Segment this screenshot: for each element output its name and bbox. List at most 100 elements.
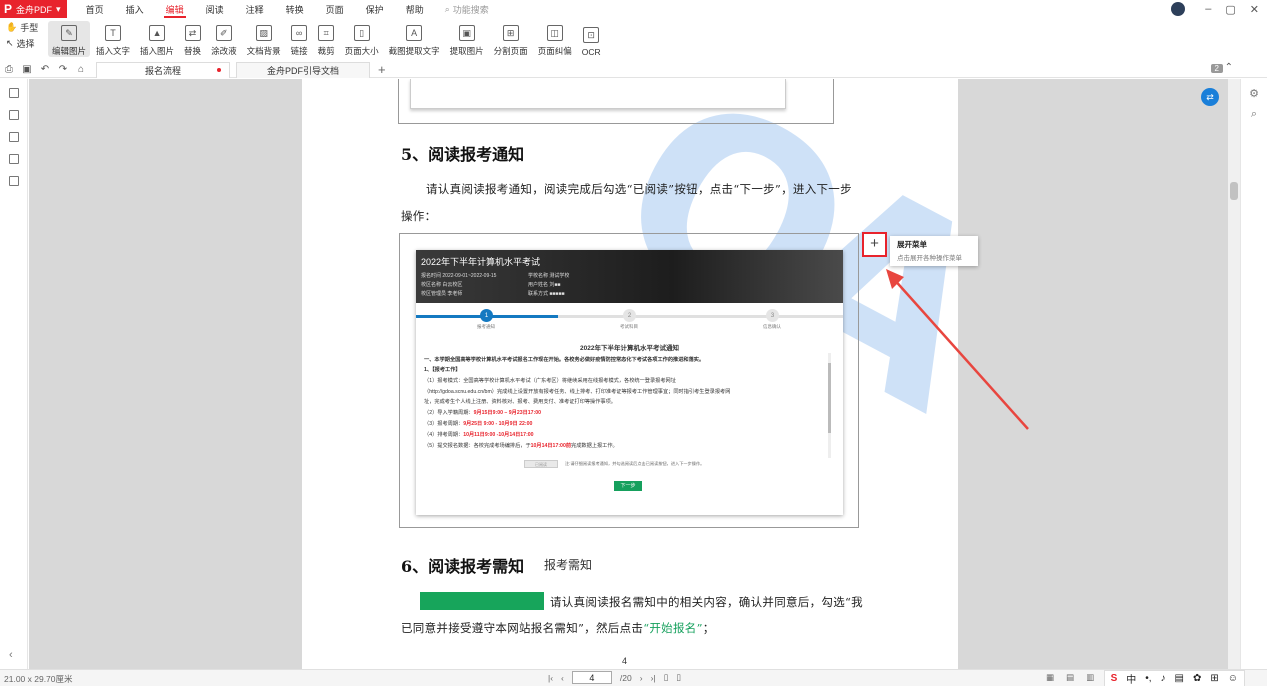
rotate-icon[interactable]: ▥: [1086, 672, 1094, 683]
menu-item[interactable]: 转换: [275, 0, 315, 18]
menu-item[interactable]: 首页: [75, 0, 115, 18]
tool-button[interactable]: ⊡ OCR: [578, 21, 605, 57]
extract-image-icon: ▣: [458, 25, 475, 41]
tool-button[interactable]: ▨ 文档背景: [243, 21, 285, 57]
section-heading-6-sub: 报考需知: [544, 558, 593, 572]
menu-item[interactable]: 帮助: [395, 0, 435, 18]
settings-icon[interactable]: ⚙: [1241, 87, 1267, 100]
red-arrow-annotation: [886, 269, 1029, 430]
notice-line: （http://gdoa.scnu.edu.cn/bm）完成线上设置开放有报考任…: [424, 389, 731, 395]
menu-item[interactable]: 编辑: [155, 0, 195, 18]
ime-punctuation[interactable]: •,: [1145, 673, 1151, 684]
document-viewer[interactable]: OA 5、阅读报考通知 请认真阅读报考通知，阅读完成后勾选“已阅读”按钮，点击“…: [29, 79, 1240, 669]
page-count-badge: 2: [1210, 64, 1223, 73]
tool-button[interactable]: ✎ 编辑图片: [48, 21, 91, 57]
tab-guide-doc[interactable]: 金舟PDF引导文档: [236, 61, 370, 78]
first-page-icon[interactable]: |‹: [548, 673, 553, 683]
chevron-up-icon[interactable]: ⌃: [1225, 62, 1233, 73]
tool-button[interactable]: ⇄ 替换: [180, 21, 205, 57]
menu-item[interactable]: 注释: [235, 0, 275, 18]
expand-menu-button[interactable]: +: [862, 232, 887, 257]
previous-screenshot: [398, 79, 834, 124]
minimize-button[interactable]: –: [1205, 3, 1211, 15]
view-mode-icon[interactable]: ▦: [1046, 672, 1054, 683]
app-menu-button[interactable]: P 金舟PDF ▾: [0, 0, 67, 18]
tool-label: 页面大小: [344, 46, 379, 56]
translate-float-button[interactable]: ⇄: [1201, 88, 1219, 106]
vertical-scrollbar[interactable]: [1228, 79, 1240, 669]
screenshot-scrollbar: [828, 353, 831, 458]
tool-button[interactable]: ✐ 涂改液: [207, 21, 241, 57]
menu-bar: P 金舟PDF ▾ 首页 插入 编辑 阅读 注释 转换 页面 保护 帮助 ⌕ 功能搜索 – ▢ …: [0, 0, 1267, 18]
redo-icon[interactable]: ↷: [54, 64, 72, 75]
image-icon[interactable]: [8, 176, 19, 186]
embedded-screenshot-frame[interactable]: 2022年下半年计算机水平考试 报名时间 2022-09-01~2022-09-…: [399, 233, 859, 528]
tool-button[interactable]: ⊞ 分割页面: [490, 21, 532, 57]
tool-button[interactable]: ⌗ 裁剪: [314, 21, 339, 57]
double-page-view-icon[interactable]: ▯: [676, 672, 681, 683]
ime-more-icon[interactable]: ☺: [1228, 673, 1238, 684]
deskew-icon: ◫: [546, 25, 563, 41]
undo-icon[interactable]: ↶: [36, 64, 54, 75]
page-number-input[interactable]: 4: [571, 671, 612, 684]
select-mode-button[interactable]: ↖ 选择: [6, 37, 48, 50]
page-size-label: 21.00 x 29.70厘米: [4, 674, 73, 684]
print-icon[interactable]: ⎙: [0, 64, 18, 75]
attachment-icon[interactable]: [8, 154, 19, 164]
thumbnail-icon[interactable]: [8, 110, 19, 120]
microphone-icon[interactable]: ♪: [1161, 673, 1166, 684]
status-bar: 21.00 x 29.70厘米 |‹ ‹ 4 /20 › ›| ▯ ▯ ▦ ▤ …: [0, 669, 1267, 686]
tool-button[interactable]: ▲ 插入图片: [136, 21, 178, 57]
prev-page-icon[interactable]: ‹: [561, 673, 564, 683]
chevron-left-icon[interactable]: ‹: [9, 649, 13, 661]
tool-button[interactable]: ◫ 页面纠偏: [534, 21, 576, 57]
bookmark-icon[interactable]: [8, 88, 19, 98]
close-button[interactable]: ✕: [1250, 3, 1259, 16]
step-3-label: 信息确认: [763, 324, 781, 329]
next-page-icon[interactable]: ›: [640, 673, 643, 683]
toolbox-icon[interactable]: ⊞: [1210, 673, 1218, 684]
menu-item[interactable]: 保护: [355, 0, 395, 18]
tool-button[interactable]: ▣ 提取图片: [446, 21, 488, 57]
tool-button[interactable]: T 插入文字: [92, 21, 134, 57]
comment-icon[interactable]: [8, 132, 19, 142]
feature-search[interactable]: ⌕ 功能搜索: [445, 3, 489, 16]
tool-label: 插入图片: [140, 46, 175, 56]
exam-notice-screenshot: 2022年下半年计算机水平考试 报名时间 2022-09-01~2022-09-…: [416, 250, 843, 515]
section-heading-5: 5、阅读报考通知: [401, 145, 525, 164]
paragraph-5-line1: 请认真阅读报考通知，阅读完成后勾选“已阅读”按钮，点击“下一步”，进入下一步: [426, 182, 852, 196]
notice-title: 2022年下半年计算机水平考试通知: [580, 345, 679, 352]
fit-mode-icon[interactable]: ▤: [1066, 672, 1074, 683]
app-name: 金舟PDF: [16, 4, 53, 15]
menu-item[interactable]: 页面: [315, 0, 355, 18]
menu-item[interactable]: 阅读: [195, 0, 235, 18]
tab-bar: ⎙ ▣ ↶ ↷ ⌂ 报名流程 金舟PDF引导文档 + 2 ⌃: [0, 61, 1267, 78]
maximize-button[interactable]: ▢: [1225, 3, 1235, 16]
scrollbar-thumb[interactable]: [1230, 182, 1238, 200]
ime-language[interactable]: 中: [1126, 671, 1136, 686]
pdf-page: OA 5、阅读报考通知 请认真阅读报考通知，阅读完成后勾选“已阅读”按钮，点击“…: [302, 79, 1029, 669]
section-heading-6: 6、阅读报考需知: [401, 557, 525, 576]
deadline-line: （2）导入学籍周期：9月15日9:00 – 9月23日17:00: [424, 410, 542, 416]
paragraph-6-line1: 请认真阅读报名需知中的相关内容，确认并同意后，勾选“我: [550, 595, 863, 609]
keyboard-icon[interactable]: ▤: [1175, 673, 1184, 684]
single-page-view-icon[interactable]: ▯: [664, 672, 669, 683]
last-page-icon[interactable]: ›|: [651, 673, 656, 683]
hand-mode-button[interactable]: ✋ 手型: [6, 21, 48, 34]
notice-line: 址，完成考生个人线上注册、资料核对、报考、费用支付、准考证打印等操作事项。: [424, 399, 616, 405]
user-avatar[interactable]: [1171, 2, 1186, 16]
menu-item[interactable]: 插入: [115, 0, 155, 18]
home-icon[interactable]: ⌂: [72, 64, 90, 75]
ime-toolbar[interactable]: S 中 •, ♪ ▤ ✿ ⊞ ☺: [1103, 670, 1245, 686]
search-icon[interactable]: ⌕: [1241, 108, 1267, 121]
new-tab-button[interactable]: +: [378, 62, 386, 77]
tool-button[interactable]: ▯ 页面大小: [341, 21, 383, 57]
save-icon[interactable]: ▣: [18, 64, 36, 75]
right-sidebar: ⚙ ⌕: [1240, 79, 1267, 669]
tool-button[interactable]: ∞ 链接: [287, 21, 312, 57]
notice-line: （1）报考模式：全国高等学校计算机水平考试（广东考区）将继续采用在线报考模式，各…: [424, 378, 676, 384]
tab-report-process[interactable]: 报名流程: [96, 61, 230, 78]
tool-button[interactable]: A 截图提取文字: [385, 21, 444, 57]
tool-label: 裁剪: [317, 46, 335, 56]
skin-icon[interactable]: ✿: [1193, 673, 1201, 684]
